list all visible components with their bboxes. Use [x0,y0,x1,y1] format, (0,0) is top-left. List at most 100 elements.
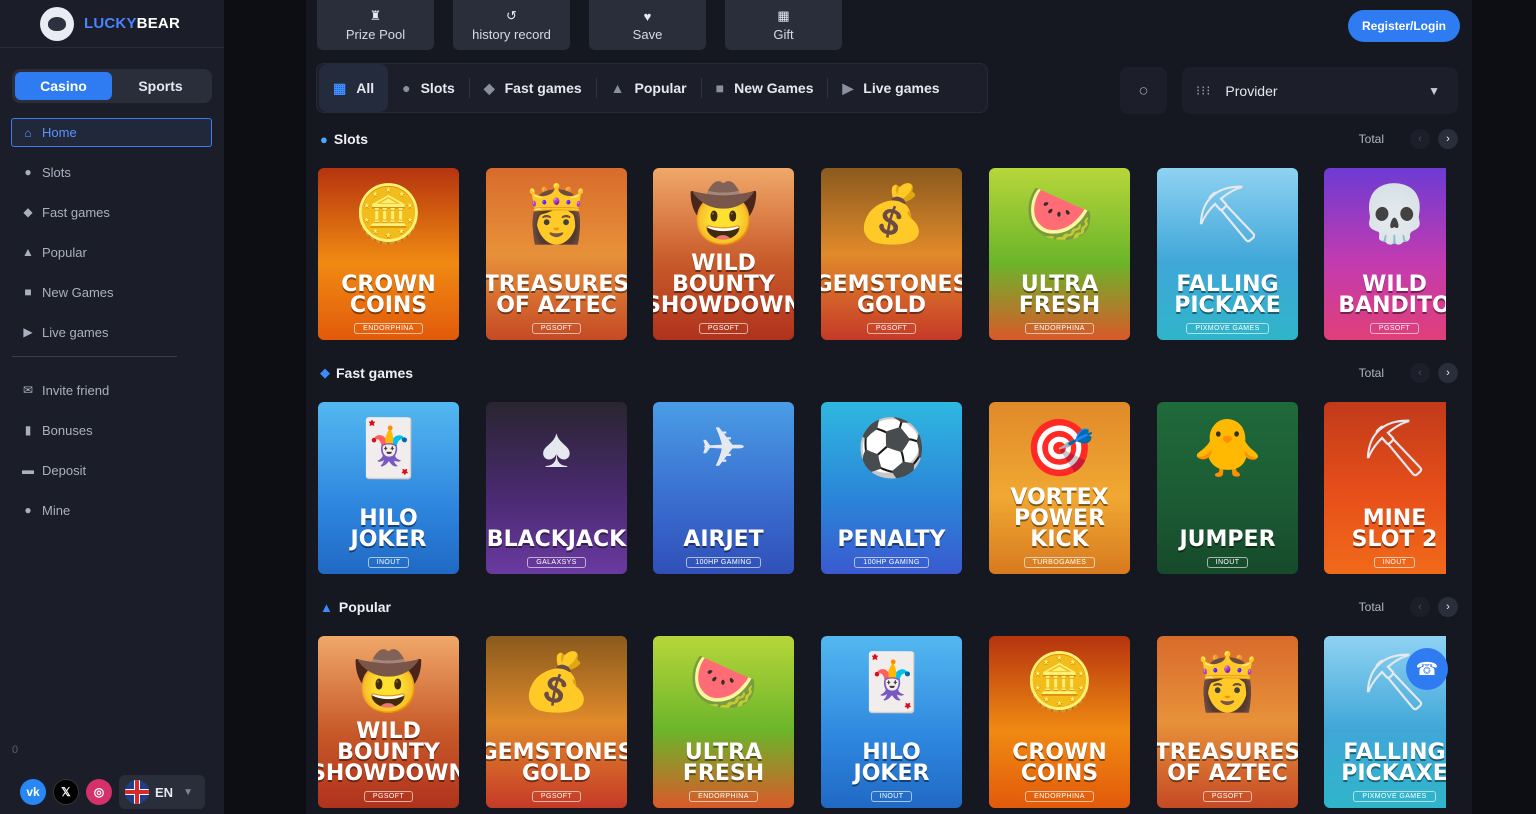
game-card[interactable]: 🤠WILD BOUNTY SHOWDOWN PGSOFT [653,168,794,340]
game-card[interactable]: 🪙 CROWN COINS ENDORPHINA [318,168,459,340]
sidebar-item-live-games[interactable]: ▶ Live games [0,312,224,352]
game-card[interactable]: 👸 TREASURES OF AZTEC PGSOFT [1157,636,1298,808]
sidebar-item-bonuses[interactable]: ▮ Bonuses [0,410,224,450]
provider-dropdown[interactable]: ⁝⁝⁝ Provider ▼ [1182,67,1458,114]
topbar-button-label: Save [632,26,663,42]
game-card[interactable]: ⚽ PENALTY 100HP GAMING [821,402,962,574]
tab-label: Slots [420,80,455,96]
game-title: TREASURES OF AZTEC [1157,740,1298,787]
game-title: ULTRA FRESH [1018,272,1101,319]
game-card[interactable]: 💰 GEMSTONES GOLD PGSOFT [486,636,627,808]
chevron-left-icon[interactable]: ‹ [1410,363,1430,383]
game-provider: INOUT [367,557,410,568]
sidebar-item-popular[interactable]: ▲ Popular [0,232,224,272]
sidebar-item-invite-friend[interactable]: ✉ Invite friend [0,370,224,410]
game-art-icon: 🐥 [1192,416,1263,479]
sidebar-item-fast-games[interactable]: ◆ Fast games [0,192,224,232]
game-provider: 100HP GAMING [686,557,761,568]
topbar-button-label: Gift [773,27,794,42]
sidebar-item-label: Mine [42,502,71,518]
tab-fast-games[interactable]: ◆ Fast games [470,64,596,112]
game-provider: PGSOFT [531,791,582,802]
section-title: Slots [333,131,369,147]
x-twitter-icon[interactable]: 𝕏 [53,779,79,805]
game-card[interactable]: ⛏ FALLING PICKAXE PIXMOVE GAMES [1157,168,1298,340]
game-card[interactable]: 🤠WILD BOUNTY SHOWDOWN PGSOFT [318,636,459,808]
total-link[interactable]: Total [1359,600,1384,614]
game-art-icon: 💰 [521,650,592,713]
sidebar-item-label: Deposit [42,462,87,478]
chevron-right-icon[interactable]: › [1438,363,1458,383]
tab-slots[interactable]: ● Slots [388,64,469,112]
game-title: VORTEX POWER KICK [1010,485,1109,553]
chevron-left-icon[interactable]: ‹ [1410,129,1430,149]
user-icon: ● [24,503,32,517]
sidebar-item-new-games[interactable]: ■ New Games [0,272,224,312]
game-title: WILD BOUNTY SHOWDOWN [318,719,459,787]
flame-icon: ▲ [610,80,625,96]
prize-pool-button[interactable]: ♜ Prize Pool [317,0,434,50]
sidebar-item-slots[interactable]: ● Slots [0,152,224,192]
topbar-button-label: Prize Pool [345,27,406,42]
sidebar: LUCKYBEAR Casino Sports ⌂ Home ● Slots ◆ Fast… [0,0,224,814]
tab-popular[interactable]: ▲ Popular [597,64,701,112]
tab-live-games[interactable]: ▶ Live games [828,64,953,112]
cherries-icon: ● [24,165,32,179]
game-card[interactable]: 🎯 VORTEX POWER KICK TURBOGAMES [989,402,1130,574]
brand-name: LUCKYBEAR [84,15,180,32]
search-button[interactable]: ○ [1120,67,1167,114]
game-provider: GALAXSYS [527,557,586,568]
sidebar-item-home[interactable]: ⌂ Home [11,118,212,147]
save-button[interactable]: ♥ Save [589,0,706,50]
register-login-button[interactable]: Register/Login [1348,10,1460,42]
game-provider: PGSOFT [1202,791,1253,802]
game-card[interactable]: ✈ AIRJET 100HP GAMING [653,402,794,574]
search-icon: ○ [1138,80,1149,100]
game-card[interactable]: 🍉 ULTRA FRESH ENDORPHINA [653,636,794,808]
tab-label: New Games [734,80,814,96]
tab-all[interactable]: ▦ All [319,64,389,112]
game-card[interactable]: 👸 TREASURES OF AZTEC PGSOFT [486,168,627,340]
game-card[interactable]: 🃏 HILO JOKER INOUT [821,636,962,808]
game-title: GEMSTONES GOLD [821,272,962,319]
game-card[interactable]: 🪙 CROWN COINS ENDORPHINA [989,636,1130,808]
game-row-slots: 🪙 CROWN COINS ENDORPHINA 👸 TREASURES OF AZTE… [318,168,1446,340]
vk-icon[interactable]: vk [20,779,46,805]
game-card[interactable]: 💰 GEMSTONES GOLD PGSOFT [821,168,962,340]
game-title: TREASURES OF AZTEC [486,272,627,319]
logo[interactable]: LUCKYBEAR [0,0,224,48]
section-header-slots: ● Slots Total ‹ › [320,129,1460,149]
game-card[interactable]: ⛏ MINE SLOT 2 INOUT [1324,402,1446,574]
game-card[interactable]: 🐥 JUMPER INOUT [1157,402,1298,574]
game-provider: INOUT [1373,557,1416,568]
game-provider: PGSOFT [698,323,749,334]
support-chat-button[interactable]: ☎ [1406,648,1448,690]
sidebar-item-deposit[interactable]: ▬ Deposit [0,450,224,490]
game-title: JUMPER [1179,527,1276,553]
game-title: WILD BOUNTY SHOWDOWN [653,251,794,319]
segment-casino[interactable]: Casino [15,72,112,100]
game-provider: ENDORPHINA [354,323,423,334]
sidebar-divider [12,356,177,357]
game-title: MINE SLOT 2 [1351,506,1438,553]
segment-sports[interactable]: Sports [112,72,209,100]
game-card[interactable]: 🃏 HILO JOKER INOUT [318,402,459,574]
chevron-right-icon[interactable]: › [1438,129,1458,149]
instagram-icon[interactable]: ◎ [86,779,112,805]
sidebar-item-mine[interactable]: ● Mine [0,490,224,530]
chevron-right-icon[interactable]: › [1438,597,1458,617]
total-link[interactable]: Total [1359,132,1384,146]
language-selector[interactable]: EN ▼ [119,775,205,809]
gift-button[interactable]: ▦ Gift [725,0,842,50]
tab-new-games[interactable]: ■ New Games [702,64,828,112]
sidebar-item-label: Popular [42,244,87,260]
game-card[interactable]: 🍉 ULTRA FRESH ENDORPHINA [989,168,1130,340]
game-card[interactable]: 💀 WILD BANDITO PGSOFT [1324,168,1446,340]
game-title: CROWN COINS [1012,740,1107,787]
history-record-button[interactable]: ↺ history record [453,0,570,50]
grid-dots-icon: ⁝⁝⁝ [1196,82,1212,98]
total-link[interactable]: Total [1359,366,1384,380]
chevron-left-icon[interactable]: ‹ [1410,597,1430,617]
game-title: GEMSTONES GOLD [486,740,627,787]
game-card[interactable]: ♠ BLACKJACK GALAXSYS [486,402,627,574]
